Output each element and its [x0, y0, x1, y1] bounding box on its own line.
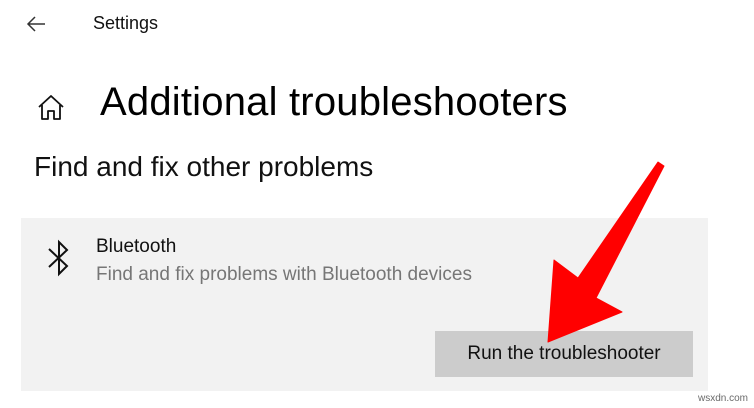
section-title: Find and fix other problems [34, 151, 374, 182]
app-title: Settings [93, 13, 159, 33]
home-icon [38, 95, 64, 120]
back-arrow-icon [26, 16, 45, 32]
troubleshooter-description: Find and fix problems with Bluetooth dev… [96, 264, 472, 285]
settings-page: Settings Additional troubleshooters Find… [0, 0, 754, 408]
troubleshooter-item-bluetooth[interactable]: Bluetooth Find and fix problems with Blu… [21, 218, 708, 391]
watermark: wsxdn.com [697, 393, 748, 404]
troubleshooter-name: Bluetooth [96, 236, 177, 257]
bluetooth-icon [48, 239, 69, 277]
run-troubleshooter-button[interactable]: Run the troubleshooter [435, 331, 693, 377]
title-bar: Settings [0, 0, 754, 50]
page-title: Additional troubleshooters [100, 80, 568, 124]
back-button[interactable] [22, 10, 50, 38]
